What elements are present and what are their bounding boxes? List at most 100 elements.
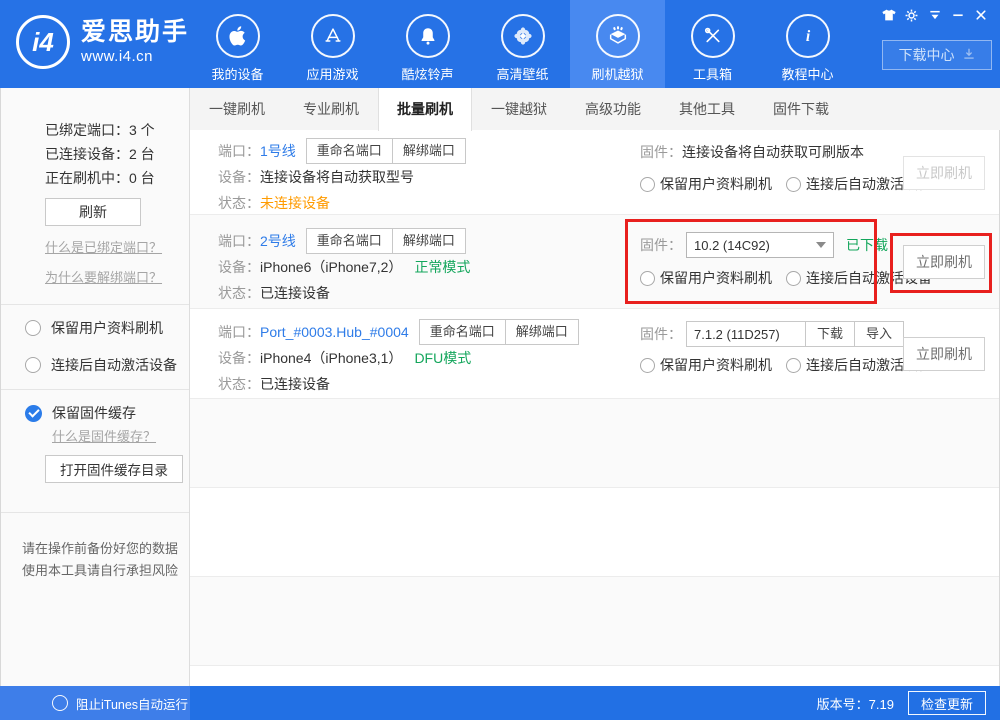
nav-label: 我的设备: [211, 67, 264, 82]
firmware-value: 7.1.2 (11D257): [694, 326, 780, 342]
chevron-down-icon: [816, 242, 826, 248]
status-label: 状态：: [218, 285, 260, 301]
main-nav: 我的设备 应用游戏 酷炫铃声 高清壁纸 刷机越狱 工具箱 i 教程中心: [190, 0, 855, 88]
flash-now-button[interactable]: 立即刷机: [903, 156, 985, 190]
rename-port-button[interactable]: 重命名端口: [307, 229, 392, 253]
stat-connected-devices: 已连接设备：2 台: [45, 146, 155, 162]
nav-item-ringtones[interactable]: 酷炫铃声: [380, 0, 475, 88]
link-what-is-bound-port[interactable]: 什么是已绑定端口？: [45, 237, 162, 256]
nav-item-tutorials[interactable]: i 教程中心: [760, 0, 855, 88]
keep-data-option[interactable]: 保留用户资料刷机: [660, 355, 772, 375]
nav-label: 工具箱: [692, 67, 732, 82]
warning-line-2: 使用本工具请自行承担风险: [22, 563, 179, 578]
nav-item-toolbox[interactable]: 工具箱: [665, 0, 760, 88]
download-center-button[interactable]: 下载中心: [882, 40, 992, 70]
status-label: 状态：: [218, 195, 260, 211]
import-firmware-button[interactable]: 导入: [854, 322, 903, 346]
block-itunes-label: 阻止iTunes自动运行: [76, 697, 189, 712]
option-label: 保留固件缓存: [52, 405, 136, 421]
version-text: 版本号：7.19: [816, 696, 894, 712]
port-label: 端口：: [218, 324, 260, 340]
link-what-is-firmware-cache[interactable]: 什么是固件缓存？: [52, 426, 156, 445]
nav-label: 高清壁纸: [496, 67, 549, 82]
block-itunes-toggle[interactable]: 阻止iTunes自动运行: [0, 686, 190, 720]
device-row-port3: 端口： Port_#0003.Hub_#0004 重命名端口 解绑端口 设备： …: [190, 309, 999, 399]
unbind-port-button[interactable]: 解绑端口: [391, 229, 465, 253]
unbind-port-button[interactable]: 解绑端口: [504, 320, 578, 344]
sidebar-options-section: 保留用户资料刷机 连接后自动激活设备: [1, 305, 189, 390]
option-keep-user-data[interactable]: 保留用户资料刷机: [25, 318, 189, 338]
radio-off-icon[interactable]: [786, 270, 801, 286]
tab-advanced[interactable]: 高级功能: [566, 88, 660, 130]
tab-other-tools[interactable]: 其他工具: [660, 88, 754, 130]
settings-icon[interactable]: [900, 6, 923, 24]
nav-item-apps-games[interactable]: 应用游戏: [285, 0, 380, 88]
firmware-version-select[interactable]: 10.2 (14C92): [686, 232, 834, 258]
device-mode: DFU模式: [414, 350, 472, 366]
unbind-port-button[interactable]: 解绑端口: [391, 139, 465, 163]
firmware-line: 固件： 10.2 (14C92) 已下载: [640, 232, 888, 258]
nav-item-my-devices[interactable]: 我的设备: [190, 0, 285, 88]
port-button-group: 重命名端口 解绑端口: [418, 319, 579, 345]
app-logo: i4 爱思助手 www.i4.cn: [16, 15, 189, 69]
flash-now-button[interactable]: 立即刷机: [903, 337, 985, 371]
port-label: 端口：: [218, 143, 260, 159]
check-update-button[interactable]: 检查更新: [907, 691, 986, 715]
tab-one-key-jailbreak[interactable]: 一键越狱: [472, 88, 566, 130]
option-label: 保留用户资料刷机: [51, 320, 163, 336]
firmware-button-group: 下载 导入: [805, 321, 905, 347]
radio-off-icon[interactable]: [640, 357, 655, 373]
firmware-label: 固件：: [640, 144, 682, 160]
firmware-version-field: 7.1.2 (11D257): [686, 321, 806, 347]
option-auto-activate[interactable]: 连接后自动激活设备: [25, 355, 189, 375]
port-button-group: 重命名端口 解绑端口: [305, 228, 466, 254]
firmware-line: 固件： 7.1.2 (11D257) 下载 导入: [640, 321, 905, 347]
flash-jailbreak-icon: [595, 14, 640, 58]
download-icon: [962, 47, 976, 64]
radio-off-icon[interactable]: [640, 270, 655, 286]
radio-off-icon[interactable]: [640, 176, 655, 192]
nav-label: 刷机越狱: [591, 67, 644, 82]
rename-port-button[interactable]: 重命名端口: [307, 139, 392, 163]
rename-port-button[interactable]: 重命名端口: [420, 320, 505, 344]
link-why-unbind-port[interactable]: 为什么要解绑端口？: [45, 267, 162, 286]
empty-row: [190, 577, 999, 666]
minimize-icon[interactable]: [946, 6, 969, 24]
keep-data-option[interactable]: 保留用户资料刷机: [660, 174, 772, 194]
bell-icon: [405, 14, 450, 58]
sidebar-cache-section: 保留固件缓存 什么是固件缓存？ 打开固件缓存目录: [1, 390, 189, 513]
refresh-button[interactable]: 刷新: [45, 198, 141, 226]
empty-row: [190, 488, 999, 577]
firmware-downloaded-badge: 已下载: [846, 237, 888, 253]
nav-item-flash-jailbreak[interactable]: 刷机越狱: [570, 0, 665, 88]
radio-off-icon[interactable]: [786, 176, 801, 192]
download-firmware-button[interactable]: 下载: [806, 322, 854, 346]
port-value: 2号线: [260, 233, 296, 249]
row-left-column: 端口： 1号线 重命名端口 解绑端口 设备： 连接设备将自动获取型号 状态： 未…: [190, 130, 999, 216]
tab-firmware-download[interactable]: 固件下载: [754, 88, 848, 130]
radio-off-icon: [25, 320, 41, 336]
row-options: 保留用户资料刷机 连接后自动激活设备: [640, 355, 932, 375]
radio-off-icon: [25, 357, 41, 373]
tab-batch-flash[interactable]: 批量刷机: [378, 88, 472, 131]
collapse-icon[interactable]: [923, 6, 946, 24]
close-icon[interactable]: [969, 6, 992, 24]
open-cache-folder-button[interactable]: 打开固件缓存目录: [45, 455, 183, 483]
option-keep-firmware-cache[interactable]: 保留固件缓存: [25, 403, 189, 423]
device-value: iPhone6（iPhone7,2）: [260, 259, 403, 275]
flash-now-button[interactable]: 立即刷机: [903, 245, 985, 279]
nav-label: 应用游戏: [306, 67, 359, 82]
radio-off-icon[interactable]: [786, 357, 801, 373]
empty-row: [190, 399, 999, 488]
status-label: 状态：: [218, 376, 260, 392]
nav-label: 教程中心: [781, 67, 834, 82]
keep-data-option[interactable]: 保留用户资料刷机: [660, 268, 772, 288]
status-bar: 版本号：7.19 检查更新: [190, 686, 1000, 720]
svg-text:i: i: [805, 28, 810, 45]
nav-item-wallpapers[interactable]: 高清壁纸: [475, 0, 570, 88]
tab-pro-flash[interactable]: 专业刷机: [284, 88, 378, 130]
port-value: Port_#0003.Hub_#0004: [260, 324, 409, 340]
download-center-label: 下载中心: [898, 47, 955, 63]
theme-icon[interactable]: [877, 6, 900, 24]
tab-one-key-flash[interactable]: 一键刷机: [190, 88, 284, 130]
